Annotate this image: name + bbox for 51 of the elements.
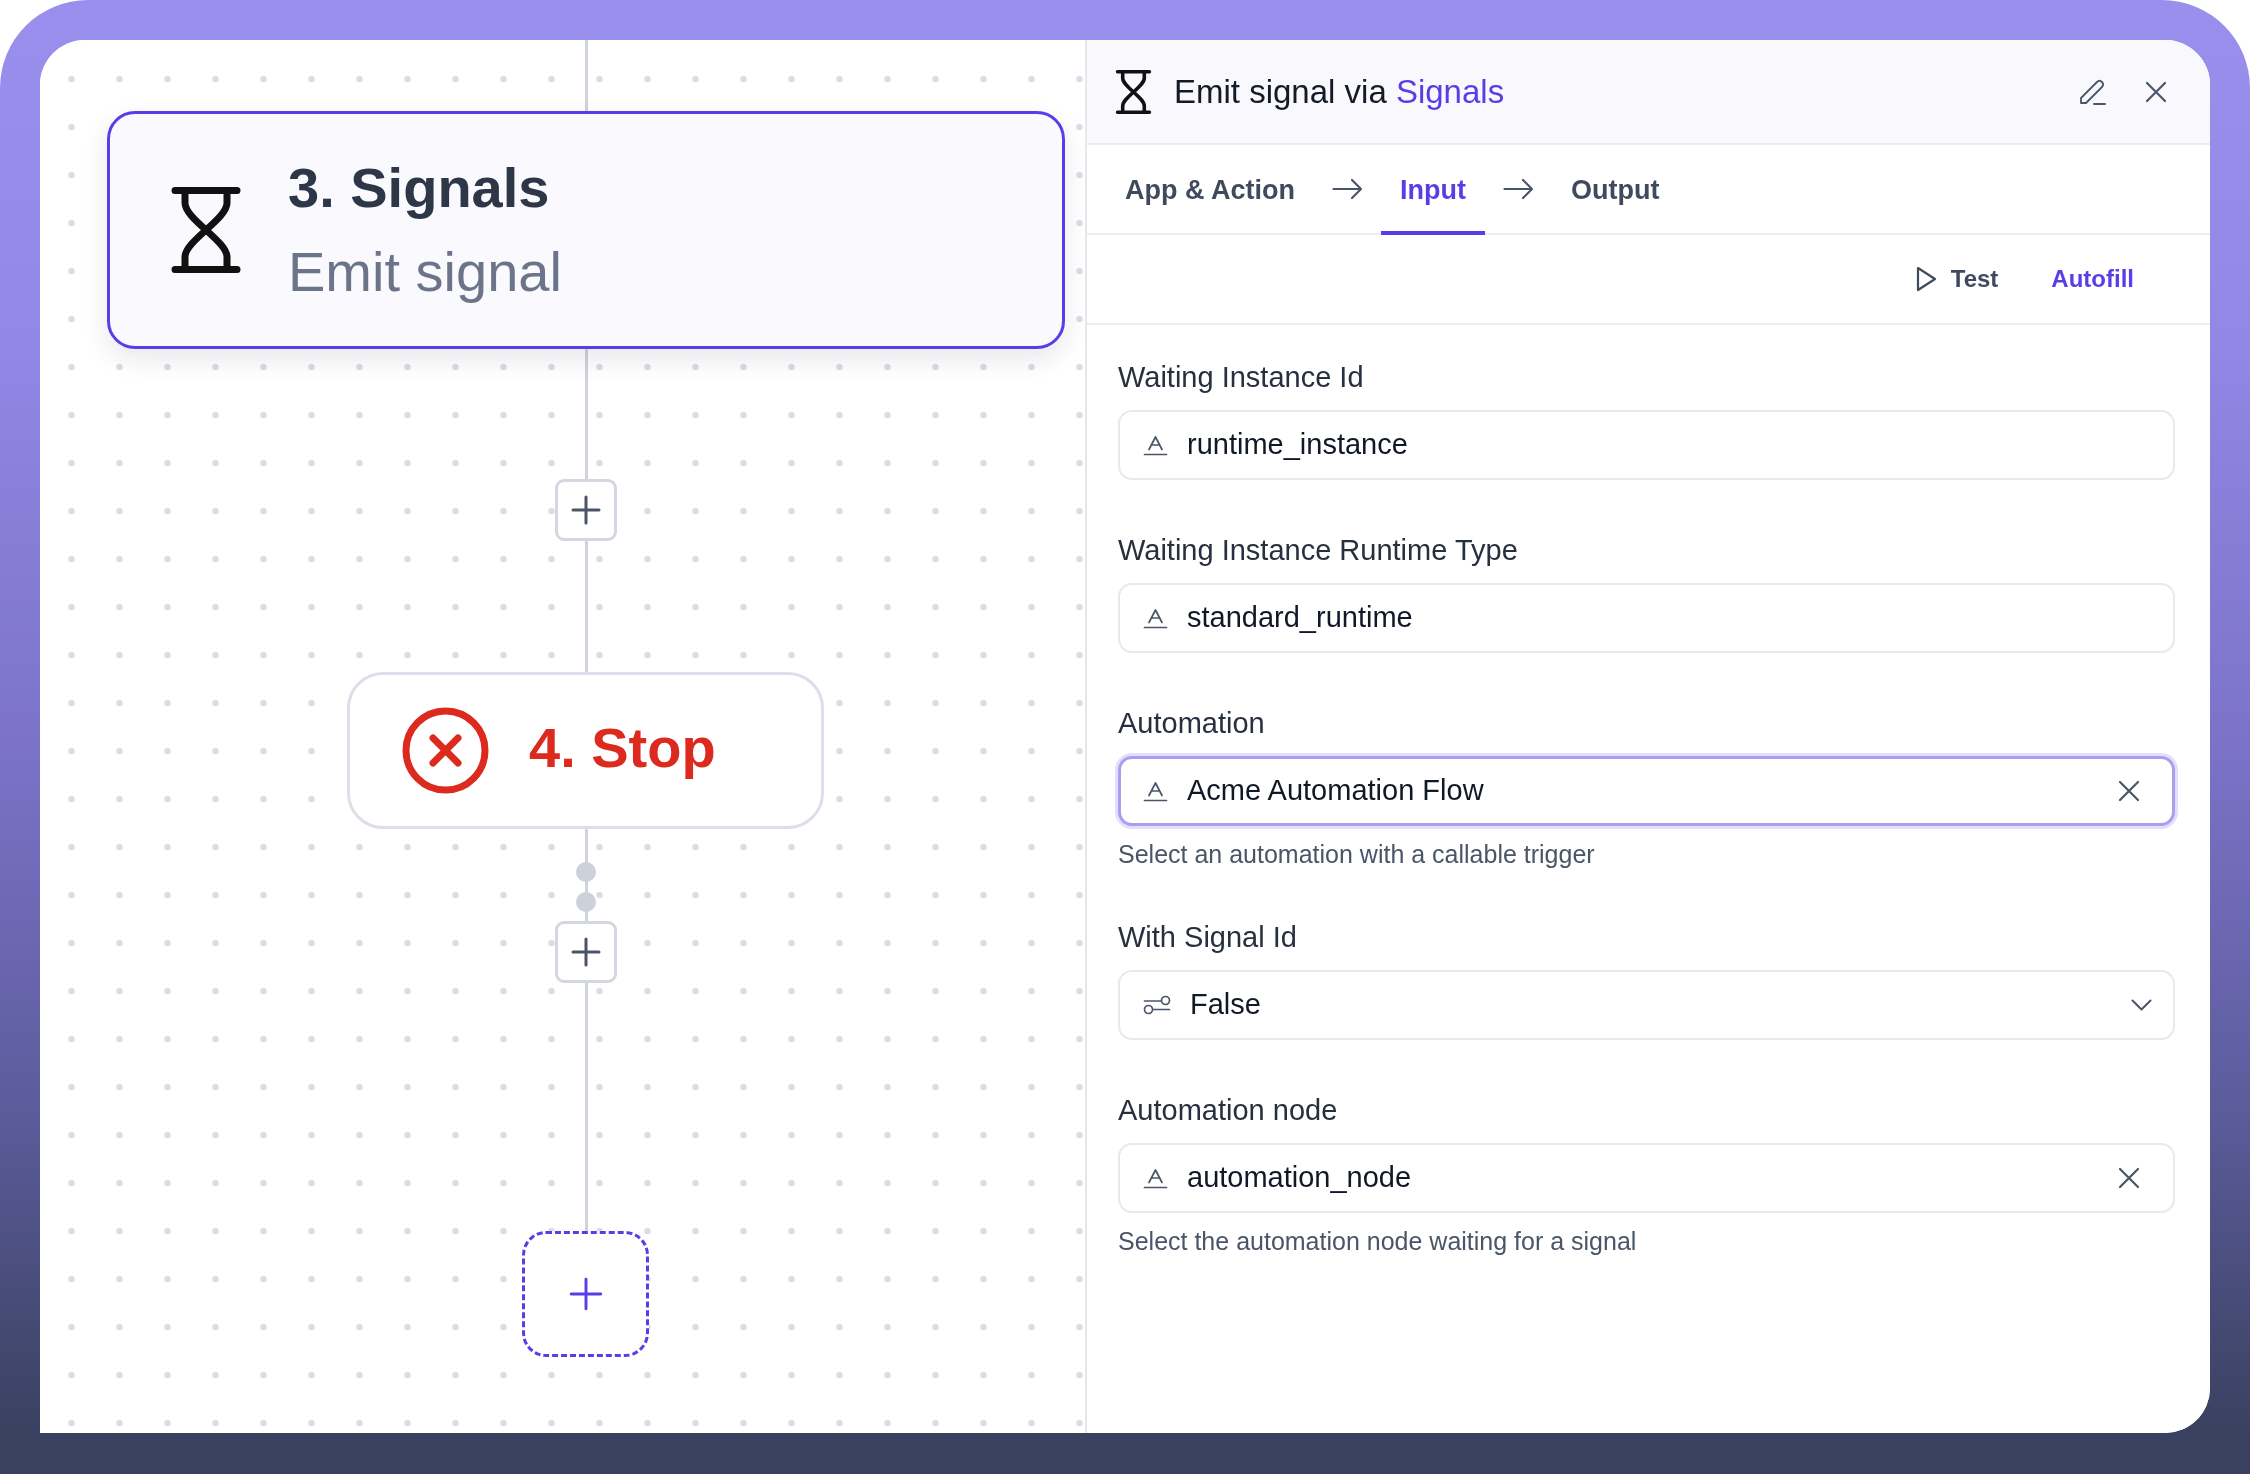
text-type-icon (1143, 607, 1168, 629)
x-circle-icon (402, 707, 489, 794)
test-button[interactable]: Test (1896, 254, 2017, 304)
text-type-icon (1143, 434, 1168, 456)
arrow-right-icon (1332, 178, 1363, 200)
node-title: 4. Stop (529, 716, 716, 779)
input-field[interactable]: automation_node (1118, 1143, 2175, 1213)
handle-icon[interactable] (576, 892, 596, 912)
text-type-icon (1143, 780, 1168, 802)
close-icon (2145, 80, 2167, 103)
field-hint: Select an automation with a callable trigger (1118, 839, 1596, 870)
toggle-icon (1143, 995, 1171, 1015)
node-subtitle: Emit signal (288, 241, 562, 303)
select-field[interactable]: False (1118, 970, 2175, 1040)
step-tab[interactable]: App & Action (1106, 145, 1314, 235)
close-icon (2118, 780, 2140, 802)
field-label: With Signal Id (1118, 920, 1298, 955)
hourglass-icon (170, 186, 242, 274)
edit-button[interactable] (2078, 77, 2107, 106)
field-label: Waiting Instance Runtime Type (1118, 533, 1519, 568)
field-hint: Select the automation node waiting for a signal (1118, 1226, 1638, 1257)
chevron-down-icon (2131, 999, 2152, 1011)
hourglass-icon (1115, 67, 1152, 116)
step-tab[interactable]: Output (1551, 145, 1679, 235)
plus-icon (571, 495, 601, 525)
field-label: Waiting Instance Id (1118, 360, 1365, 395)
node-title: 3. Signals (288, 157, 551, 219)
input-field[interactable]: Acme Automation Flow (1118, 756, 2175, 826)
input-field[interactable]: standard_runtime (1118, 583, 2175, 653)
arrow-right-icon (1502, 178, 1534, 200)
input-field[interactable]: runtime_instance (1118, 410, 2175, 480)
plus-icon (571, 937, 601, 967)
close-button[interactable] (2145, 80, 2167, 103)
connector-line (585, 40, 588, 111)
step-node[interactable]: 3. Signals Emit signal (107, 111, 1065, 349)
text-type-icon (1143, 1167, 1168, 1189)
step-tab[interactable]: Input (1381, 145, 1485, 235)
stop-node[interactable]: 4. Stop (347, 672, 824, 829)
play-icon (1914, 265, 1938, 293)
clear-button[interactable] (2118, 1167, 2140, 1189)
app-link[interactable]: Signals (1395, 72, 1505, 110)
handle-icon[interactable] (576, 862, 596, 882)
pencil-icon (2078, 77, 2107, 106)
add-step-button[interactable] (522, 1231, 649, 1357)
clear-button[interactable] (2118, 780, 2140, 802)
autofill-button[interactable]: Autofill (2033, 254, 2152, 304)
panel-title: Emit signal via Signals (1174, 71, 1505, 112)
close-icon (2118, 1167, 2140, 1189)
field-label: Automation node (1118, 1093, 1339, 1128)
field-label: Automation (1118, 706, 1266, 741)
plus-icon (568, 1277, 603, 1311)
